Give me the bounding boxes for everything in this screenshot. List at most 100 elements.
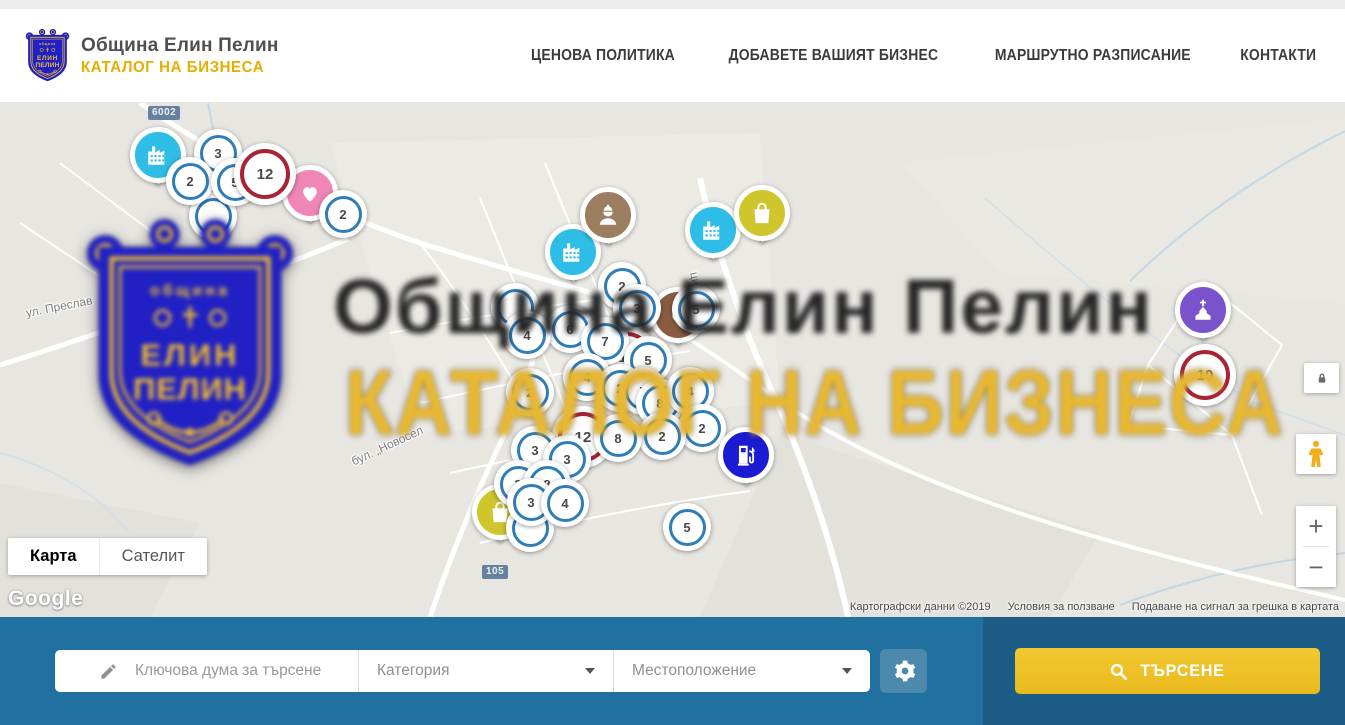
map-cluster-marker[interactable]: 4 [541, 479, 589, 527]
worker-icon [595, 202, 621, 228]
cluster-count: 3 [531, 443, 538, 458]
site-logo[interactable]: Община Елин Пелин КАТАЛОГ НА БИЗНЕСА [25, 27, 279, 85]
cluster-count: 7 [601, 334, 608, 349]
streetview-lock-button[interactable] [1304, 363, 1339, 393]
map-cluster-marker[interactable]: 10 [1174, 344, 1236, 406]
chevron-down-icon [585, 668, 595, 674]
top-strip [0, 0, 1345, 9]
nav-item-3[interactable]: МАРШРУТНО РАЗПИСАНИЕ [995, 47, 1191, 65]
cluster-count: 3 [527, 495, 534, 510]
pencil-icon [99, 662, 118, 681]
map-cluster-marker[interactable]: 5 [663, 503, 711, 551]
map-cluster-marker[interactable]: 2 [166, 157, 214, 205]
search-fields-group: Категория Местоположение [55, 650, 870, 692]
cluster-count: 3 [633, 301, 640, 316]
nav-item-2[interactable]: ДОБАВЕТЕ ВАШИЯТ БИЗНЕС [729, 47, 939, 65]
search-bar-right: ТЪРСЕНЕ [983, 617, 1345, 725]
map-pin-shopping-bag[interactable] [734, 185, 790, 241]
location-select[interactable]: Местоположение [613, 650, 870, 692]
business-catalog-page: Община Елин Пелин КАТАЛОГ НА БИЗНЕСА ЦЕН… [0, 0, 1345, 725]
cluster-count: 5 [644, 353, 651, 368]
cluster-count: 4 [583, 370, 590, 385]
cluster-count: 2 [186, 174, 193, 189]
municipality-shield-icon [25, 27, 70, 85]
cluster-count: 3 [214, 146, 221, 161]
map-cluster-marker[interactable]: 2 [319, 190, 367, 238]
map-copyright: Картографски данни ©2019 [850, 601, 991, 613]
map-cluster-marker[interactable]: 2 [506, 368, 554, 416]
cluster-ring: 2 [684, 410, 721, 447]
pegman-button[interactable] [1296, 434, 1336, 474]
shopping-bag-icon [749, 200, 775, 226]
pegman-icon [1305, 439, 1327, 469]
keyword-search-input[interactable] [133, 661, 358, 681]
map-type-map-button[interactable]: Карта [8, 538, 99, 575]
cluster-ring: 2 [325, 196, 362, 233]
zoom-in-button[interactable]: + [1296, 506, 1336, 546]
map-cluster-marker[interactable]: 5 [672, 285, 720, 333]
google-logo[interactable]: Google [8, 587, 83, 611]
google-map[interactable]: ул. Преславбул. „Новоселции 6002105 3251… [0, 103, 1345, 617]
map-attribution: Картографски данни ©2019 Условия за полз… [836, 601, 1339, 613]
cluster-count: 6 [566, 322, 573, 337]
cluster-count: 4 [523, 328, 530, 343]
cluster-count: 12 [257, 166, 274, 183]
map-cluster-marker[interactable]: 2 [638, 412, 686, 460]
pin-circle [718, 427, 774, 483]
cluster-count: 2 [526, 385, 533, 400]
pin-circle [580, 187, 636, 243]
map-pin-factory[interactable] [685, 202, 741, 258]
heart-icon [297, 180, 323, 206]
cluster-count: 2 [339, 207, 346, 222]
pin-circle [685, 202, 741, 258]
cluster-ring: 4 [509, 317, 546, 354]
cluster-count: 5 [683, 520, 690, 535]
search-button[interactable]: ТЪРСЕНЕ [1015, 648, 1320, 694]
map-pin-fuel[interactable] [718, 427, 774, 483]
search-bar-left: Категория Местоположение [0, 617, 983, 725]
map-cluster-marker[interactable]: 8 [594, 414, 642, 462]
main-nav: ЦЕНОВА ПОЛИТИКА ДОБАВЕТЕ ВАШИЯТ БИЗНЕС МАР… [523, 47, 1320, 65]
location-select-value: Местоположение [632, 662, 756, 680]
map-type-satellite-button[interactable]: Сателит [99, 538, 207, 575]
advanced-search-button[interactable] [880, 649, 927, 693]
search-icon [1109, 662, 1128, 681]
cluster-count: 4 [561, 496, 568, 511]
map-cluster-marker[interactable]: 12 [234, 143, 296, 205]
pin-circle [734, 185, 790, 241]
cluster-ring: 2 [172, 163, 209, 200]
factory-icon [700, 217, 726, 243]
site-subtitle: КАТАЛОГ НА БИЗНЕСА [81, 59, 273, 77]
cluster-ring: 3 [619, 290, 656, 327]
nav-item-1[interactable]: ЦЕНОВА ПОЛИТИКА [531, 47, 675, 65]
cluster-count: 3 [563, 452, 570, 467]
brand-block: Община Елин Пелин КАТАЛОГ НА БИЗНЕСА [81, 35, 279, 77]
nav-item-4[interactable]: КОНТАКТИ [1240, 47, 1316, 65]
cluster-count: 10 [1197, 367, 1214, 384]
lock-icon [1315, 370, 1329, 386]
terms-link[interactable]: Условия за ползване [1008, 601, 1115, 613]
chevron-down-icon [842, 668, 852, 674]
cluster-ring: 5 [678, 291, 715, 328]
search-button-label: ТЪРСЕНЕ [1140, 661, 1224, 681]
zoom-control: + − [1296, 506, 1336, 587]
fuel-icon [733, 442, 759, 468]
category-select-value: Категория [377, 662, 449, 680]
gear-icon [892, 659, 916, 683]
category-select[interactable]: Категория [358, 650, 613, 692]
map-cluster-marker[interactable]: 4 [503, 311, 551, 359]
cluster-count: 2 [658, 429, 665, 444]
site-header: Община Елин Пелин КАТАЛОГ НА БИЗНЕСА ЦЕН… [0, 9, 1345, 103]
report-error-link[interactable]: Подаване на сигнал за грешка в картата [1132, 601, 1339, 613]
cluster-ring: 2 [644, 418, 681, 455]
cluster-count: 5 [692, 302, 699, 317]
map-pin-worker[interactable] [580, 187, 636, 243]
map-pin-church[interactable] [1175, 282, 1231, 338]
search-bar: Категория Местоположение [0, 617, 1345, 725]
zoom-out-button[interactable]: − [1296, 547, 1336, 587]
cluster-count: 8 [614, 431, 621, 446]
cluster-count: 2 [698, 421, 705, 436]
cluster-ring: 8 [600, 420, 637, 457]
site-title: Община Елин Пелин [81, 35, 279, 57]
map-type-control: Карта Сателит [8, 538, 207, 575]
